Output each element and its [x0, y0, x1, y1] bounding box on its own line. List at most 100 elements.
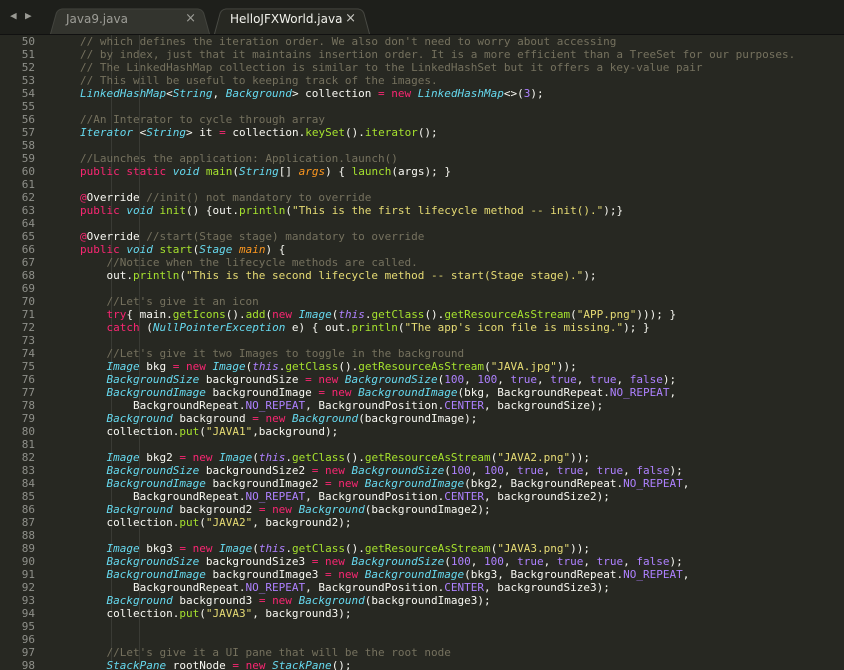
code-token: ))); } — [636, 308, 677, 321]
code-token: getClass — [291, 451, 345, 464]
code-token: this — [338, 308, 365, 321]
code-token: , — [623, 464, 637, 477]
tab-label: HelloJFXWorld.java — [230, 12, 343, 26]
code-token: CENTER — [444, 581, 484, 594]
code-line: public void start(Stage main) { — [27, 243, 844, 256]
code-token: public — [79, 204, 120, 217]
code-token: Iterator — [79, 126, 133, 139]
code-token: false — [636, 555, 670, 568]
code-line: BackgroundRepeat.NO_REPEAT, BackgroundPo… — [27, 581, 844, 594]
code-line: BackgroundImage backgroundImage2 = new B… — [27, 477, 844, 490]
code-token: ); — [662, 373, 677, 386]
code-token: ( — [199, 425, 206, 438]
code-token: Background — [106, 594, 173, 607]
code-token: , — [669, 386, 677, 399]
close-icon[interactable]: × — [345, 11, 356, 26]
code-token: NO_REPEAT — [245, 490, 306, 503]
code-token: put — [179, 607, 200, 620]
code-token: getClass — [285, 360, 339, 373]
code-token: (backgroundImage2); — [364, 503, 491, 516]
tab-back-arrow-icon[interactable]: ◀ — [10, 9, 17, 23]
code-token: ); — [669, 555, 683, 568]
code-line: Background background2 = new Background(… — [27, 503, 844, 516]
code-token: BackgroundImage — [106, 477, 206, 490]
code-token: StackPane — [272, 659, 332, 670]
code-token: Override — [86, 191, 147, 204]
code-token: ); } — [623, 321, 650, 334]
code-token: collection. — [27, 425, 180, 438]
code-token: println — [132, 269, 180, 282]
code-token: ) { — [325, 165, 352, 178]
code-token: try — [106, 308, 127, 321]
code-token: ( — [179, 269, 186, 282]
code-token: Image — [219, 451, 253, 464]
code-token: , background2); — [252, 516, 352, 529]
code-token: )); — [556, 360, 577, 373]
code-token: (); — [331, 659, 352, 670]
code-token: background — [172, 412, 253, 425]
code-token: put — [179, 516, 200, 529]
code-token: 100 — [477, 373, 498, 386]
code-token: new — [325, 555, 345, 568]
code-token: NO_REPEAT — [623, 477, 683, 490]
code-token: // by index, just that it maintains inse… — [27, 48, 796, 61]
code-token: 100 — [450, 555, 471, 568]
code-token: , backgroundSize); — [483, 399, 604, 412]
code-token: (). — [344, 451, 365, 464]
code-line: Background background3 = new Background(… — [27, 594, 844, 607]
code-token: , — [537, 373, 551, 386]
line-number: 69 — [21, 282, 35, 295]
code-token: )); — [570, 542, 591, 555]
close-icon[interactable]: × — [185, 11, 196, 26]
code-token: BackgroundSize — [351, 464, 445, 477]
code-token: BackgroundImage — [106, 568, 206, 581]
code-token: "This is the first lifecycle method -- i… — [291, 204, 604, 217]
code-token: , — [212, 87, 226, 100]
code-token: true — [556, 555, 584, 568]
code-token: keySet — [305, 126, 345, 139]
code-token: ,background); — [252, 425, 339, 438]
code-editor[interactable]: 50 51 52 53 54 55 56 57 58 59 60 61 62 63 64 65 66 67 68 69… — [0, 35, 844, 670]
code-token: (bkg3, BackgroundRepeat. — [464, 568, 624, 581]
code-token: );} — [603, 204, 624, 217]
code-token: backgroundImage — [205, 386, 319, 399]
code-token: true — [596, 464, 624, 477]
code-token: ( — [139, 321, 153, 334]
code-token: , — [497, 373, 511, 386]
code-token: . — [285, 451, 292, 464]
code-line: // by index, just that it maintains inse… — [27, 48, 844, 61]
tab-label: Java9.java — [66, 12, 128, 26]
code-token: collection. — [225, 126, 306, 139]
code-token: public — [79, 165, 120, 178]
code-token: (). — [344, 542, 365, 555]
code-token: (); — [417, 126, 438, 139]
code-token: false — [629, 373, 663, 386]
code-token: Image — [106, 542, 140, 555]
tab-java9[interactable]: Java9.java × — [50, 6, 210, 34]
code-token: = — [378, 87, 385, 100]
code-token: Background — [291, 412, 359, 425]
code-token: , — [682, 568, 690, 581]
code-token: put — [179, 425, 200, 438]
code-token: getResourceAsStream — [364, 451, 491, 464]
code-token: = — [179, 451, 186, 464]
code-token: //Let's give it two Images to toggle in … — [27, 347, 465, 360]
code-token: { main. — [126, 308, 173, 321]
tab-forward-arrow-icon[interactable]: ▶ — [25, 9, 32, 23]
code-token: background3 — [172, 594, 259, 607]
code-token: void — [126, 243, 153, 256]
code-token: BackgroundRepeat. — [27, 490, 246, 503]
code-token: Image — [106, 360, 140, 373]
tab-hellojfxworld[interactable]: HelloJFXWorld.java × — [214, 6, 370, 34]
